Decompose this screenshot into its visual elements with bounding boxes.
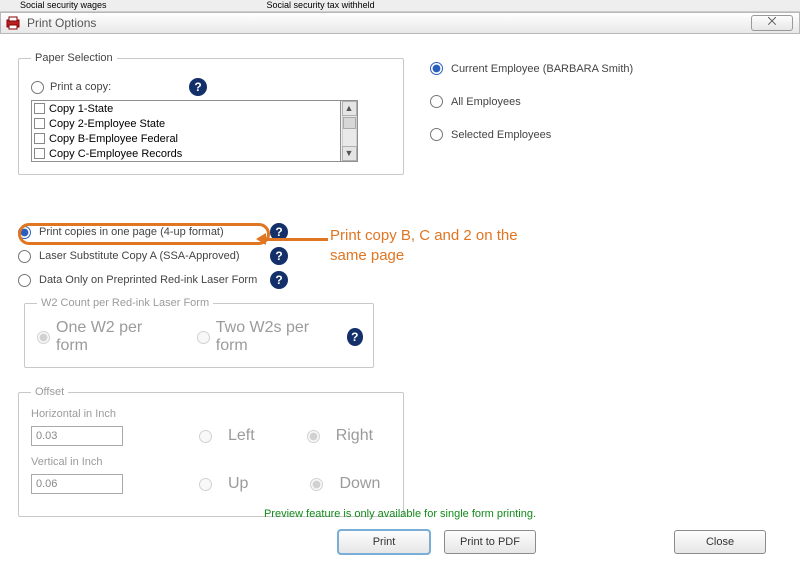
print-a-copy-radio[interactable] (31, 81, 44, 94)
w2-count-group: W2 Count per Red-ink Laser Form One W2 p… (24, 297, 374, 368)
employee-scope-group: Current Employee (BARBARA Smith) All Emp… (418, 62, 778, 141)
list-item: Copy 1-State (32, 101, 340, 116)
checkbox[interactable] (34, 133, 45, 144)
print-button[interactable]: Print (338, 530, 430, 554)
scroll-track[interactable] (342, 116, 357, 146)
listbox-scrollbar[interactable]: ▲ ▼ (341, 100, 358, 162)
offset-up-radio (199, 478, 212, 491)
list-item: Copy C-Employee Records (32, 146, 340, 161)
offset-legend: Offset (31, 386, 68, 398)
current-employee-radio[interactable] (430, 62, 443, 75)
w2-count-legend: W2 Count per Red-ink Laser Form (37, 297, 213, 309)
annotation-text: Print copy B, C and 2 on the same page (330, 226, 550, 265)
annotation-arrow-head (256, 233, 266, 245)
selected-employees-label: Selected Employees (451, 129, 551, 141)
bg-field-2: Social security tax withheld (267, 0, 375, 11)
list-item: Copy 2-Employee State (32, 116, 340, 131)
vertical-label: Vertical in Inch (31, 456, 393, 468)
vertical-input (31, 474, 123, 494)
help-icon[interactable]: ? (270, 247, 288, 265)
bg-field-1: Social security wages (20, 0, 107, 11)
four-up-radio[interactable] (18, 226, 31, 239)
help-icon[interactable]: ? (270, 271, 288, 289)
offset-group: Offset Horizontal in Inch Left Right Ver… (18, 386, 404, 517)
list-item: Copy B-Employee Federal (32, 131, 340, 146)
checkbox[interactable] (34, 103, 45, 114)
paper-selection-group: Paper Selection Print a copy: ? Copy 1-S… (18, 52, 404, 175)
copies-listbox[interactable]: Copy 1-State Copy 2-Employee State Copy … (31, 100, 341, 162)
list-item-label: Copy B-Employee Federal (49, 133, 178, 145)
help-icon[interactable]: ? (347, 328, 363, 346)
all-employees-radio[interactable] (430, 95, 443, 108)
list-item-label: Copy C-Employee Records (49, 148, 182, 160)
list-item-label: Copy 2-Employee State (49, 118, 165, 130)
help-icon[interactable]: ? (189, 78, 207, 96)
two-w2-radio (197, 331, 210, 344)
one-w2-radio (37, 331, 50, 344)
paper-selection-legend: Paper Selection (31, 52, 117, 64)
window-close-button[interactable]: ⨉ (751, 15, 793, 31)
horizontal-label: Horizontal in Inch (31, 408, 393, 420)
four-up-label: Print copies in one page (4-up format) (39, 226, 262, 238)
all-employees-label: All Employees (451, 96, 521, 108)
horizontal-input (31, 426, 123, 446)
preview-note: Preview feature is only available for si… (0, 508, 800, 520)
offset-left-label: Left (228, 427, 255, 445)
print-a-copy-label: Print a copy: (50, 81, 111, 93)
offset-right-label: Right (336, 427, 373, 445)
print-to-pdf-button[interactable]: Print to PDF (444, 530, 536, 554)
offset-left-radio (199, 430, 212, 443)
scroll-thumb[interactable] (343, 117, 356, 129)
one-w2-label: One W2 per form (56, 319, 168, 355)
selected-employees-radio[interactable] (430, 128, 443, 141)
offset-right-radio (307, 430, 320, 443)
annotation-arrow-line (262, 238, 328, 241)
checkbox[interactable] (34, 148, 45, 159)
data-only-radio[interactable] (18, 274, 31, 287)
offset-up-label: Up (228, 475, 248, 493)
scroll-down-icon[interactable]: ▼ (342, 146, 357, 161)
laser-sub-label: Laser Substitute Copy A (SSA-Approved) (39, 250, 262, 262)
window-titlebar: Print Options ⨉ (0, 12, 800, 34)
list-item-label: Copy 1-State (49, 103, 113, 115)
checkbox[interactable] (34, 118, 45, 129)
current-employee-label: Current Employee (BARBARA Smith) (451, 63, 633, 75)
two-w2-label: Two W2s per form (216, 319, 335, 355)
scroll-up-icon[interactable]: ▲ (342, 101, 357, 116)
background-header-strip: Social security wages Social security ta… (0, 0, 800, 12)
close-button[interactable]: Close (674, 530, 766, 554)
laser-sub-radio[interactable] (18, 250, 31, 263)
data-only-label: Data Only on Preprinted Red-ink Laser Fo… (39, 274, 262, 286)
offset-down-label: Down (339, 475, 380, 493)
printer-icon (5, 15, 21, 31)
offset-down-radio (310, 478, 323, 491)
window-title: Print Options (27, 16, 96, 30)
